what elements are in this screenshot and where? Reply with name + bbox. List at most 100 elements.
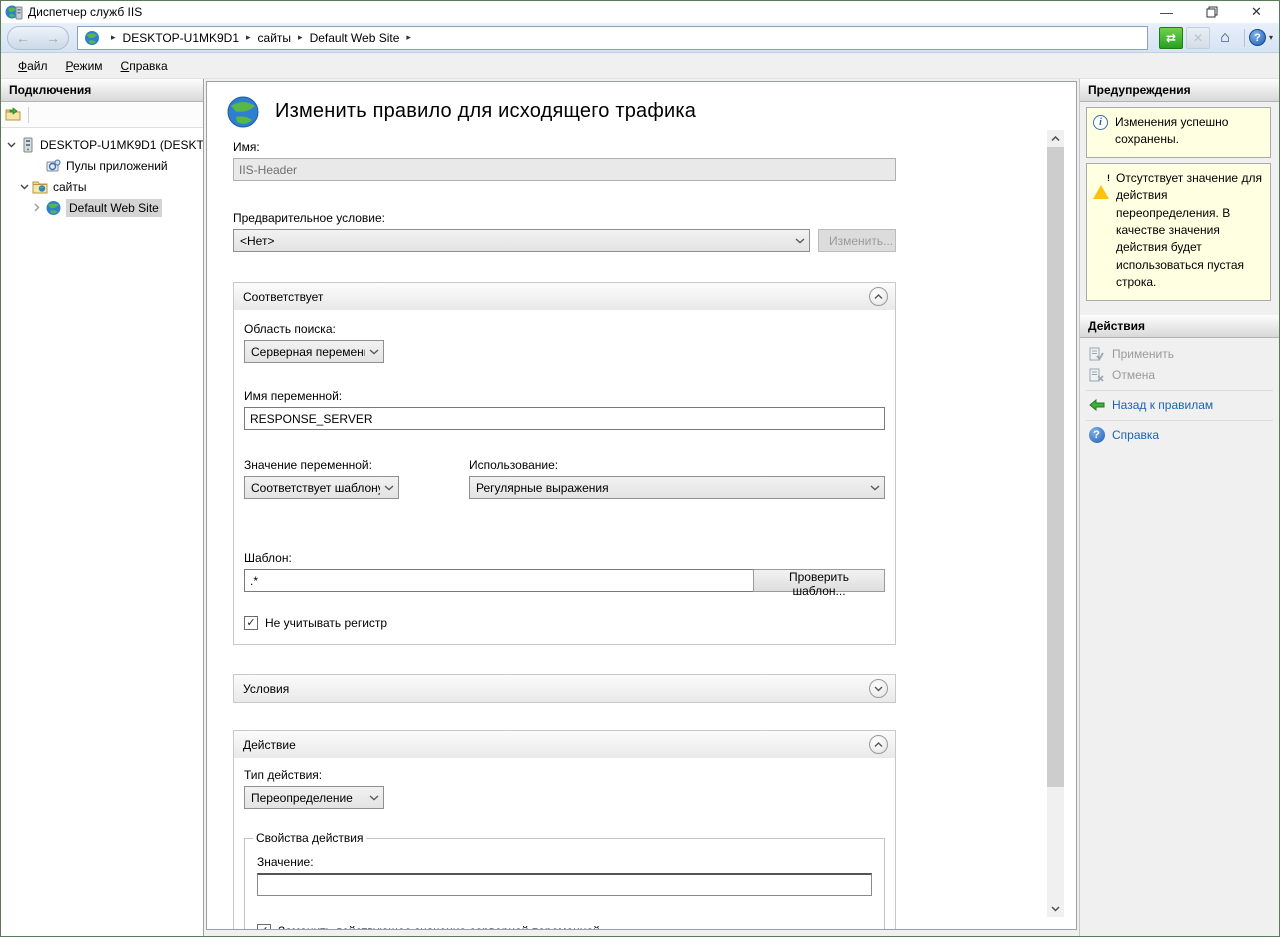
variable-name-input[interactable] — [244, 407, 885, 430]
ignore-case-label: Не учитывать регистр — [265, 616, 387, 630]
scroll-down-icon[interactable] — [1047, 900, 1064, 917]
sites-folder-icon — [32, 179, 49, 195]
app-pools-icon — [45, 158, 62, 174]
back-arrow-icon — [1088, 398, 1105, 413]
menu-help[interactable]: Справка — [112, 55, 177, 77]
tree-item-app-pools[interactable]: Пулы приложений — [1, 155, 203, 176]
chevron-down-icon[interactable] — [5, 142, 17, 148]
tree-label: Пулы приложений — [66, 159, 168, 173]
tree-label: сайты — [53, 180, 87, 194]
page-globe-icon — [225, 94, 261, 130]
help-icon[interactable]: ? — [1249, 29, 1266, 46]
apply-icon — [1088, 347, 1105, 362]
save-connection-icon[interactable] — [5, 107, 22, 122]
chevron-down-icon — [795, 238, 805, 244]
collapse-icon[interactable] — [869, 735, 888, 754]
match-section: Соответствует Область поиска: Серверная … — [233, 282, 896, 645]
restore-button[interactable] — [1189, 1, 1234, 23]
breadcrumb-arrow-icon[interactable]: ▸ — [399, 32, 418, 43]
vertical-scrollbar[interactable] — [1047, 130, 1064, 917]
close-button[interactable]: ✕ — [1234, 1, 1279, 23]
forward-icon[interactable]: → — [46, 30, 60, 46]
site-globe-icon — [45, 200, 62, 216]
minimize-button[interactable]: — — [1144, 1, 1189, 23]
chevron-right-icon[interactable] — [31, 203, 43, 212]
variable-value-select[interactable]: Соответствует шаблону — [244, 476, 399, 499]
warning-alert-text: Отсутствует значение для действия переоп… — [1116, 170, 1264, 292]
window-title: Диспетчер служб IIS — [28, 5, 142, 19]
address-bar: ← → ▸ DESKTOP-U1MK9D1 ▸ сайты ▸ Default … — [1, 23, 1279, 53]
alerts-header: Предупреждения — [1080, 79, 1279, 102]
pattern-label: Шаблон: — [244, 551, 885, 565]
action-type-select[interactable]: Переопределение — [244, 786, 384, 809]
replace-value-checkbox[interactable]: ✓ — [257, 924, 271, 930]
action-value-label: Значение: — [257, 855, 872, 869]
help-icon: ? — [1088, 428, 1105, 443]
breadcrumb-arrow-icon[interactable]: ▸ — [291, 32, 310, 43]
scrollbar-track[interactable] — [1047, 147, 1064, 900]
chevron-down-icon — [369, 795, 379, 801]
collapse-icon[interactable] — [869, 287, 888, 306]
breadcrumb-arrow-icon: ▸ — [104, 32, 123, 43]
main-wrap: Изменить правило для исходящего трафика … — [204, 79, 1079, 936]
chevron-down-icon — [369, 349, 379, 355]
chevron-down-icon — [870, 485, 880, 491]
menu-file[interactable]: Файл — [9, 55, 57, 77]
feature-page: Изменить правило для исходящего трафика … — [206, 81, 1077, 930]
back-icon[interactable]: ← — [16, 30, 30, 46]
breadcrumb-item-server[interactable]: DESKTOP-U1MK9D1 — [123, 31, 239, 45]
scroll-up-icon[interactable] — [1047, 130, 1064, 147]
name-label: Имя: — [233, 140, 896, 154]
back-to-rules-link[interactable]: Назад к правилам — [1080, 395, 1279, 416]
actions-separator — [1086, 390, 1273, 391]
refresh-button[interactable]: ⇄ — [1159, 27, 1183, 49]
menu-view[interactable]: Режим — [57, 55, 112, 77]
ignore-case-checkbox[interactable]: ✓ — [244, 616, 258, 630]
app-icon — [5, 4, 23, 20]
variable-value-label: Значение переменной: — [244, 458, 469, 472]
breadcrumb-item-site[interactable]: Default Web Site — [310, 31, 400, 45]
apply-button[interactable]: Применить — [1080, 344, 1279, 365]
breadcrumb[interactable]: ▸ DESKTOP-U1MK9D1 ▸ сайты ▸ Default Web … — [77, 26, 1148, 50]
test-pattern-button[interactable]: Проверить шаблон... — [753, 569, 885, 592]
pattern-input[interactable] — [244, 569, 753, 592]
home-icon[interactable]: ⌂ — [1213, 27, 1237, 49]
scrollbar-thumb[interactable] — [1047, 147, 1064, 787]
help-dropdown-caret-icon[interactable]: ▾ — [1269, 33, 1273, 42]
action-properties-title: Свойства действия — [253, 831, 366, 845]
tree-item-default-web-site[interactable]: Default Web Site — [1, 197, 203, 218]
precondition-label: Предварительное условие: — [233, 211, 896, 225]
chevron-down-icon — [384, 485, 394, 491]
actions-separator — [1086, 420, 1273, 421]
tree-item-sites[interactable]: сайты — [1, 176, 203, 197]
cancel-button[interactable]: Отмена — [1080, 365, 1279, 386]
connections-toolbar — [1, 102, 203, 128]
cancel-icon — [1088, 368, 1105, 383]
rule-name-input[interactable] — [233, 158, 896, 181]
precondition-select[interactable]: <Нет> — [233, 229, 810, 252]
using-select[interactable]: Регулярные выражения — [469, 476, 885, 499]
expand-icon[interactable] — [869, 679, 888, 698]
conditions-section: Условия — [233, 674, 896, 703]
tree-item-server[interactable]: DESKTOP-U1MK9D1 (DESKTOI — [1, 134, 203, 155]
action-value-input[interactable] — [257, 873, 872, 896]
right-panel: Предупреждения i Изменения успешно сохра… — [1079, 79, 1279, 936]
chevron-down-icon[interactable] — [18, 184, 30, 190]
iis-manager-window: Диспетчер служб IIS — ✕ ← → ▸ DESKTOP-U1… — [0, 0, 1280, 937]
action-section-header[interactable]: Действие — [234, 731, 895, 758]
actions-list: Применить Отмена Назад к правилам — [1080, 338, 1279, 446]
scope-select[interactable]: Серверная переменн — [244, 340, 384, 363]
nav-buttons: ← → — [7, 26, 69, 50]
using-label: Использование: — [469, 458, 885, 472]
stop-button[interactable]: ✕ — [1186, 27, 1210, 49]
actions-header: Действия — [1080, 315, 1279, 338]
breadcrumb-arrow-icon[interactable]: ▸ — [239, 32, 258, 43]
action-type-label: Тип действия: — [244, 768, 885, 782]
match-section-header[interactable]: Соответствует — [234, 283, 895, 310]
titlebar: Диспетчер служб IIS — ✕ — [1, 1, 1279, 23]
edit-precondition-button[interactable]: Изменить... — [818, 229, 896, 252]
variable-name-label: Имя переменной: — [244, 389, 885, 403]
help-link[interactable]: ? Справка — [1080, 425, 1279, 446]
conditions-section-header[interactable]: Условия — [234, 675, 895, 702]
breadcrumb-item-sites[interactable]: сайты — [258, 31, 292, 45]
